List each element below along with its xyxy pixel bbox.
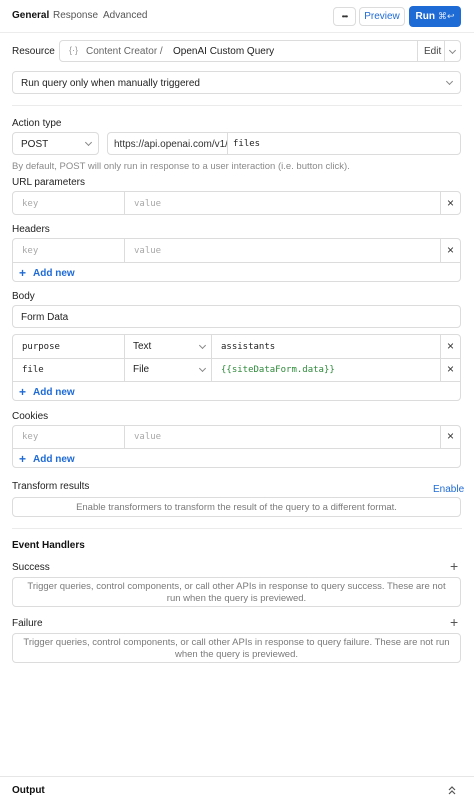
plus-icon: + [19, 452, 27, 466]
header-value-input[interactable]: value [134, 246, 161, 256]
headers-table: key value × + Add new [12, 238, 461, 282]
close-icon[interactable]: × [447, 244, 454, 256]
transform-label: Transform results [12, 481, 90, 492]
divider [12, 105, 462, 106]
cookies-add-new-button[interactable]: + Add new [19, 451, 75, 467]
method-select[interactable]: POST [12, 132, 99, 155]
tab-advanced[interactable]: Advanced [103, 10, 147, 21]
body-value-input[interactable]: assistants [221, 342, 275, 352]
body-key-input[interactable]: file [22, 365, 44, 375]
body-type-value: Form Data [21, 312, 69, 323]
resource-select[interactable]: {·} Content Creator / OpenAI Custom Quer… [59, 40, 461, 62]
chevron-double-up-icon[interactable] [447, 785, 457, 795]
chevron-down-icon [198, 364, 207, 373]
cookie-value-input[interactable]: value [134, 432, 161, 442]
more-icon: ••• [341, 12, 348, 21]
resource-label: Resource [12, 46, 55, 57]
failure-description: Trigger queries, control components, or … [12, 633, 461, 663]
trigger-select[interactable]: Run query only when manually triggered [12, 71, 461, 94]
body-label: Body [12, 291, 35, 302]
tab-bar: General Response Advanced ••• Preview Ru… [0, 0, 474, 33]
transform-description: Enable transformers to transform the res… [12, 497, 461, 517]
add-failure-handler-icon[interactable]: + [450, 615, 458, 629]
url-param-key-input[interactable]: key [22, 199, 38, 209]
output-panel-header[interactable]: Output [0, 776, 474, 801]
headers-label: Headers [12, 224, 50, 235]
preview-button[interactable]: Preview [359, 7, 405, 26]
body-key-input[interactable]: purpose [22, 342, 60, 352]
cookies-table: key value × + Add new [12, 425, 461, 468]
url-params-label: URL parameters [12, 177, 85, 188]
chevron-down-icon [198, 341, 207, 350]
resource-name: OpenAI Custom Query [173, 46, 275, 57]
action-type-label: Action type [12, 118, 62, 129]
method-value: POST [21, 139, 49, 150]
plus-icon: + [19, 266, 27, 280]
table-row: purpose Text assistants × [13, 335, 462, 358]
body-type-dropdown[interactable]: File [125, 359, 211, 381]
close-icon[interactable]: × [447, 197, 454, 209]
run-label: Run [415, 11, 435, 22]
url-base: https://api.openai.com/v1/ [114, 139, 228, 150]
url-input[interactable]: https://api.openai.com/v1/ files [107, 132, 461, 155]
success-label: Success [12, 562, 50, 573]
more-button[interactable]: ••• [333, 7, 356, 26]
resource-prefix: Content Creator / [86, 46, 163, 57]
table-row: file File {{siteDataForm.data}} × [13, 359, 462, 381]
transform-enable-button[interactable]: Enable [433, 484, 464, 495]
chevron-down-icon [448, 46, 457, 55]
header-key-input[interactable]: key [22, 246, 38, 256]
divider [12, 528, 462, 529]
cookies-label: Cookies [12, 411, 49, 422]
event-handlers-title: Event Handlers [12, 540, 85, 551]
close-icon[interactable]: × [447, 340, 454, 352]
chevron-down-icon [84, 138, 93, 147]
cookie-key-input[interactable]: key [22, 432, 38, 442]
chevron-down-icon [445, 77, 454, 86]
tab-response[interactable]: Response [53, 10, 98, 21]
close-icon[interactable]: × [447, 363, 454, 375]
run-shortcut: ⌘↩ [437, 11, 455, 21]
failure-label: Failure [12, 618, 43, 629]
body-type-dropdown[interactable]: Text [125, 335, 211, 358]
url-params-table: key value × [12, 191, 461, 215]
add-success-handler-icon[interactable]: + [450, 559, 458, 573]
resource-icon: {·} [69, 45, 79, 55]
action-hint: By default, POST will only run in respon… [12, 161, 350, 172]
body-table: purpose Text assistants × file File {{si… [12, 334, 461, 401]
url-path[interactable]: files [233, 139, 260, 149]
body-add-new-button[interactable]: + Add new [19, 384, 75, 400]
plus-icon: + [19, 385, 27, 399]
body-type-select[interactable]: Form Data [12, 305, 461, 328]
success-description: Trigger queries, control components, or … [12, 577, 461, 607]
url-param-value-input[interactable]: value [134, 199, 161, 209]
headers-add-new-button[interactable]: + Add new [19, 265, 75, 281]
output-label: Output [12, 785, 45, 796]
body-value-input[interactable]: {{siteDataForm.data}} [221, 365, 335, 375]
resource-edit-button[interactable]: Edit [424, 46, 441, 57]
tab-general[interactable]: General [12, 10, 49, 21]
run-button[interactable]: Run ⌘↩ [409, 6, 461, 27]
trigger-value: Run query only when manually triggered [21, 78, 200, 89]
close-icon[interactable]: × [447, 430, 454, 442]
preview-label: Preview [364, 11, 400, 22]
